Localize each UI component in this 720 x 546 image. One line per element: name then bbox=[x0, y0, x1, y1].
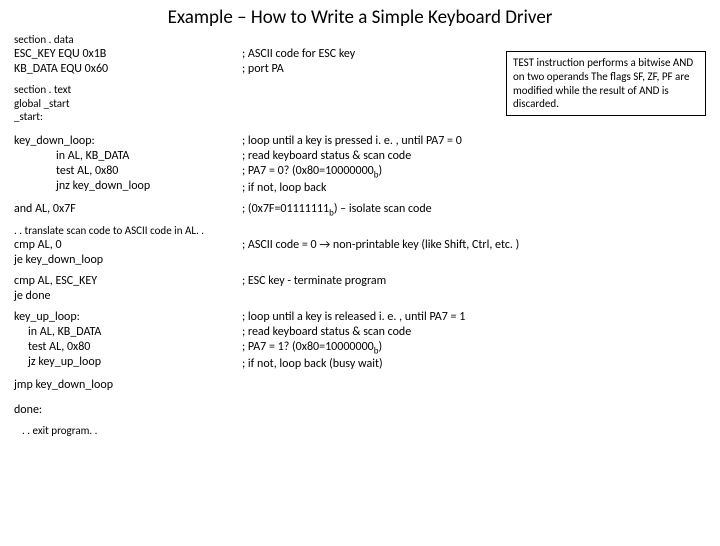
code-line: . . translate scan code to ASCII code in… bbox=[14, 224, 706, 238]
comment-line: ; read keyboard status & scan code bbox=[242, 325, 706, 340]
code-line: cmp AL, 0 bbox=[14, 238, 242, 253]
code-line: and AL, 0x7F bbox=[14, 202, 242, 217]
code-line: ESC_KEY EQU 0x1B bbox=[14, 47, 242, 62]
comment-line: ; if not, loop back bbox=[242, 181, 706, 196]
code-line: in AL, KB_DATA bbox=[14, 149, 242, 164]
comment-block: ; loop until a key is released i. e. , u… bbox=[242, 310, 706, 372]
code-line: jnz key_down_loop bbox=[14, 179, 242, 194]
code-block: cmp AL, ESC_KEY je done bbox=[14, 274, 242, 304]
code-block: cmp AL, 0 je key_down_loop bbox=[14, 238, 242, 268]
code-line: cmp AL, ESC_KEY bbox=[14, 274, 242, 289]
comment-block: ; loop until a key is pressed i. e. , un… bbox=[242, 134, 706, 196]
code-block: key_up_loop: in AL, KB_DATA test AL, 0x8… bbox=[14, 310, 242, 370]
comment-line: ; read keyboard status & scan code bbox=[242, 149, 706, 164]
section-data: section . data bbox=[14, 33, 706, 47]
comment-line: ; loop until a key is pressed i. e. , un… bbox=[242, 134, 706, 149]
code-line: test AL, 0x80 bbox=[14, 164, 242, 179]
code-line: key_up_loop: bbox=[14, 310, 242, 325]
comment-line: ; if not, loop back (busy wait) bbox=[242, 357, 706, 372]
callout-box: TEST instruction performs a bitwise AND … bbox=[506, 51, 706, 116]
code-line: je done bbox=[14, 289, 242, 304]
code-line: KB_DATA EQU 0x60 bbox=[14, 62, 242, 77]
code-block: key_down_loop: in AL, KB_DATA test AL, 0… bbox=[14, 134, 242, 194]
code-line: in AL, KB_DATA bbox=[14, 325, 242, 340]
code-line: test AL, 0x80 bbox=[14, 340, 242, 355]
comment-line: ; PA7 = 0? (0x80=10000000b) bbox=[242, 164, 706, 181]
code-line: je key_down_loop bbox=[14, 253, 242, 268]
comment-line: ; ASCII code = 0 → non-printable key (li… bbox=[242, 238, 706, 253]
comment-line: ; (0x7F=01111111b) – isolate scan code bbox=[242, 202, 706, 219]
comment-line: ; ESC key - terminate program bbox=[242, 274, 706, 289]
code-block: ESC_KEY EQU 0x1B KB_DATA EQU 0x60 bbox=[14, 47, 242, 77]
comment-line: ; PA7 = 1? (0x80=10000000b) bbox=[242, 340, 706, 357]
code-line: key_down_loop: bbox=[14, 134, 242, 149]
code-line: done: bbox=[14, 403, 706, 418]
code-line: jmp key_down_loop bbox=[14, 378, 706, 393]
page-title: Example – How to Write a Simple Keyboard… bbox=[0, 6, 720, 29]
code-line: . . exit program. . bbox=[14, 424, 706, 438]
comment-line: ; loop until a key is released i. e. , u… bbox=[242, 310, 706, 325]
code-line: jz key_up_loop bbox=[14, 355, 242, 370]
